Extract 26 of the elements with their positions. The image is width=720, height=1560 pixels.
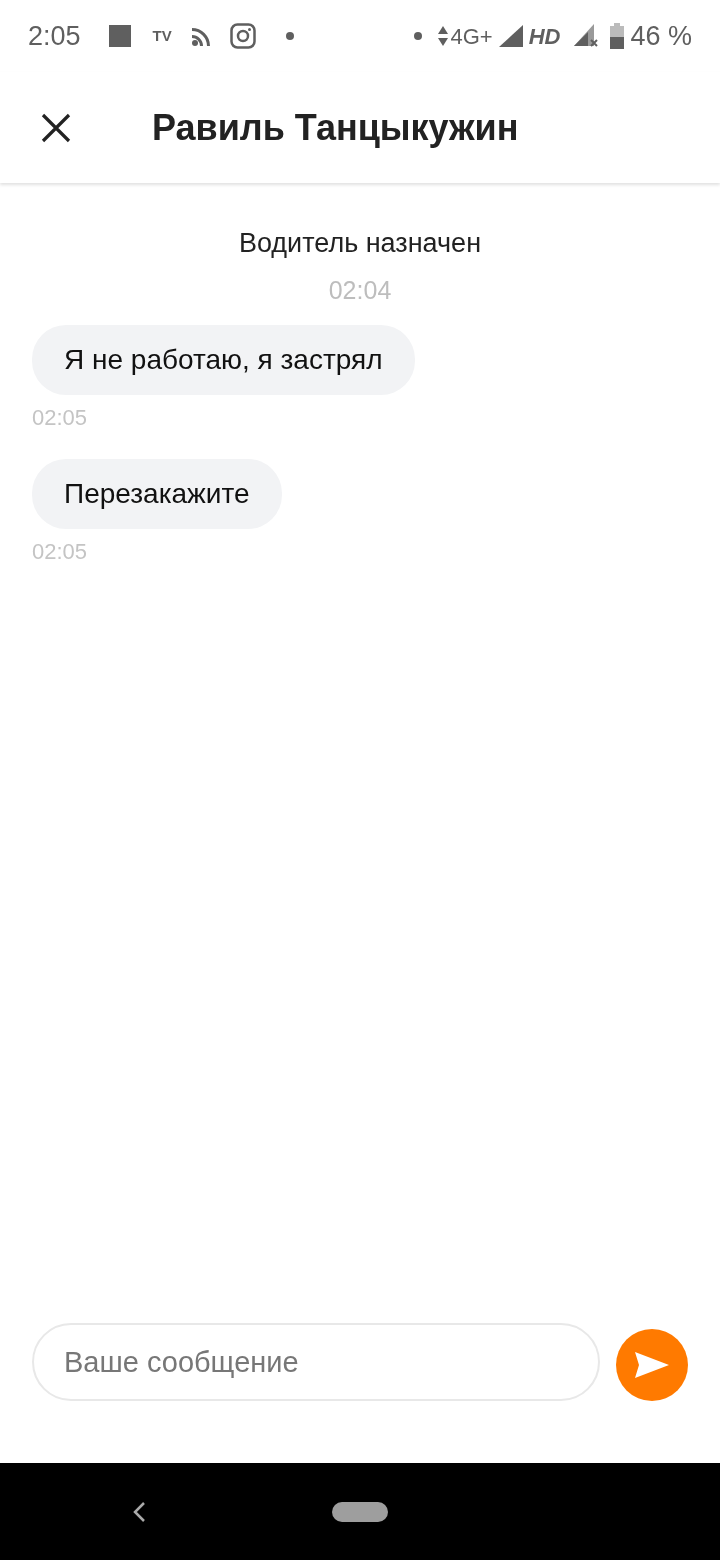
back-icon	[132, 1500, 146, 1523]
message-time: 02:05	[32, 539, 88, 565]
header-title: Равиль Танцыкужин	[152, 105, 519, 150]
status-time: 2:05	[28, 19, 81, 53]
tv-icon: TV	[152, 24, 172, 48]
camera-icon	[229, 23, 256, 49]
signal-off-icon	[574, 24, 599, 48]
system-message: Водитель назначен	[238, 227, 482, 260]
message-time: 02:05	[32, 405, 88, 431]
message-bubble: Перезакажите	[32, 459, 282, 529]
dot-icon	[414, 32, 423, 40]
hd-label: HD	[528, 22, 561, 51]
message-bubble: Я не работаю, я застрял	[32, 325, 415, 395]
rss-icon	[191, 26, 212, 46]
home-button[interactable]	[332, 1501, 388, 1522]
network-type: 4G+	[450, 22, 493, 51]
close-icon	[41, 112, 71, 143]
signal-icon	[498, 25, 523, 47]
send-icon	[635, 1352, 669, 1378]
battery-icon	[610, 23, 625, 49]
square-icon	[108, 25, 131, 47]
dot-icon	[285, 32, 294, 40]
battery-percent: 46 %	[630, 19, 692, 53]
message-time: 02:04	[328, 275, 392, 305]
message-input-field[interactable]: Ваше сообщение	[32, 1323, 600, 1401]
updown-arrows-icon	[438, 26, 449, 46]
